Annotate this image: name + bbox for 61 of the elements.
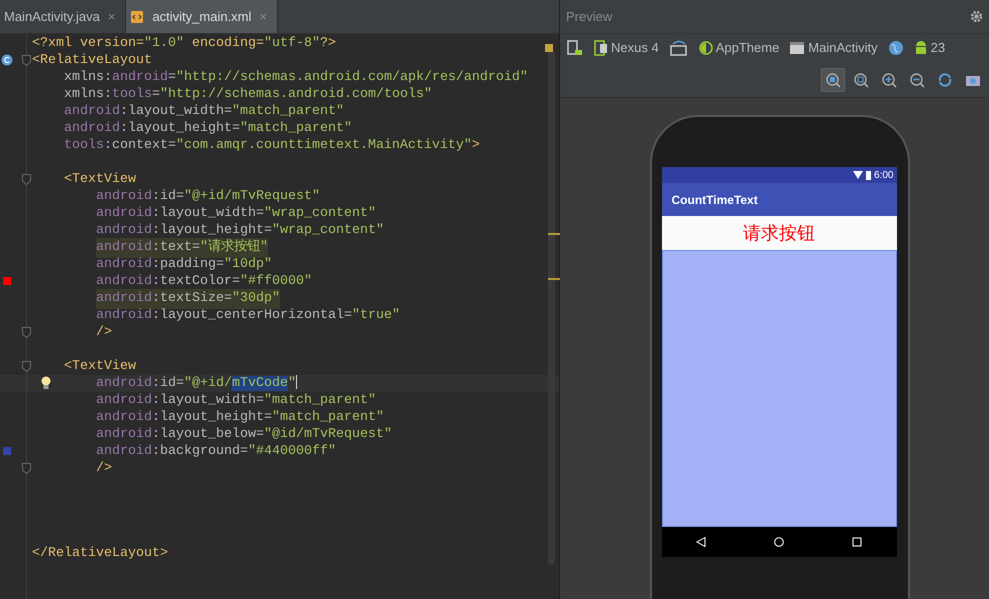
code-line[interactable]: android:layout_height="wrap_content": [96, 220, 384, 240]
code-line[interactable]: android:layout_height="match_parent": [96, 408, 384, 428]
app-title: CountTimeText: [662, 183, 896, 216]
code-line[interactable]: android:padding="10dp": [96, 254, 272, 274]
fold-icon[interactable]: [22, 361, 31, 372]
code-line[interactable]: android:layout_centerHorizontal="true": [96, 306, 400, 326]
zoom-fit-button[interactable]: [821, 68, 845, 92]
code-line[interactable]: xmlns:tools="http://schemas.android.com/tools": [64, 84, 432, 104]
scrollbar[interactable]: [548, 50, 555, 565]
theme-dropdown[interactable]: AppTheme: [698, 38, 780, 58]
fold-icon[interactable]: [22, 174, 31, 185]
api-level-dropdown[interactable]: 23: [914, 38, 946, 58]
zoom-out-icon: [909, 72, 925, 88]
code-line[interactable]: <TextView: [64, 356, 136, 376]
code-line[interactable]: </RelativeLayout>: [32, 544, 168, 564]
code-line[interactable]: <?xml version="1.0" encoding="utf-8"?>: [32, 34, 336, 54]
code-line[interactable]: android:background="#440000ff": [96, 442, 336, 462]
request-text: 请求按钮: [662, 216, 896, 250]
zoom-to-fit-icon: [825, 72, 841, 88]
device-icon[interactable]: [566, 39, 584, 57]
fold-icon[interactable]: [22, 327, 31, 338]
code-line[interactable]: android:layout_width="match_parent": [96, 390, 376, 410]
phone-icon: [594, 40, 608, 56]
code-line[interactable]: android:layout_width="wrap_content": [96, 204, 376, 224]
orientation-icon[interactable]: [668, 39, 689, 57]
usage-stripe-mark: [548, 278, 560, 280]
battery-icon: [866, 170, 872, 180]
code-line[interactable]: android:layout_below="@id/mTvRequest": [96, 424, 392, 444]
settings-icon[interactable]: [970, 10, 983, 23]
xml-file-icon: [130, 10, 144, 24]
actual-size-icon: [853, 72, 869, 88]
fold-icon[interactable]: [22, 463, 31, 474]
code-line[interactable]: android:layout_width="match_parent": [64, 102, 344, 122]
status-time: 6:00: [874, 168, 894, 182]
usage-stripe-mark: [548, 233, 560, 235]
code-line[interactable]: <RelativeLayout: [32, 50, 152, 70]
code-line[interactable]: xmlns:android="http://schemas.android.com/apk/res/android": [64, 68, 528, 88]
zoom-in-icon: [881, 72, 897, 88]
android-icon: [914, 40, 928, 56]
error-stripe-mark: [545, 44, 553, 52]
code-line[interactable]: android:id="@+id/mTvRequest": [96, 186, 320, 206]
lightbulb-icon[interactable]: [40, 376, 52, 390]
back-icon[interactable]: [696, 537, 706, 547]
code-line[interactable]: tools:context="com.amqr.counttimetext.MainActivity">: [64, 136, 480, 156]
recents-icon[interactable]: [852, 537, 862, 547]
code-line[interactable]: android:layout_height="match_parent": [64, 118, 352, 138]
code-line[interactable]: android:textColor="#ff0000": [96, 272, 312, 292]
theme-icon: [698, 41, 713, 55]
code-line[interactable]: <TextView: [64, 170, 136, 190]
activity-dropdown[interactable]: MainActivity: [789, 38, 878, 58]
home-icon[interactable]: [774, 537, 784, 547]
refresh-icon: [937, 72, 953, 88]
wifi-icon: [853, 171, 864, 179]
code-line[interactable]: />: [96, 458, 112, 478]
window-icon: [789, 41, 806, 55]
globe-icon[interactable]: [888, 40, 904, 56]
code-line[interactable]: />: [96, 322, 112, 342]
panel-title: Preview: [566, 8, 612, 26]
device-dropdown[interactable]: Nexus 4: [594, 38, 659, 58]
editor-tab[interactable]: activity_main.xml ×: [126, 0, 278, 33]
fold-icon[interactable]: [22, 55, 31, 66]
